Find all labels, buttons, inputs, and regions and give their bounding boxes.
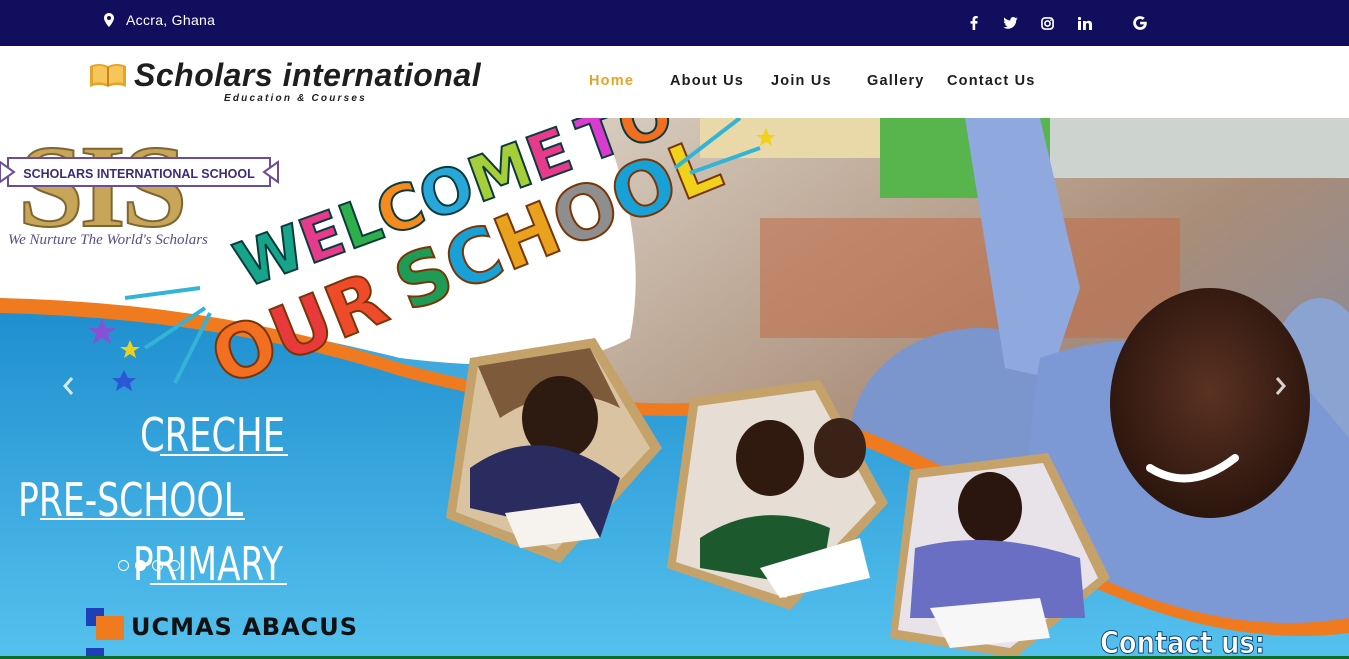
- slide-dot-4[interactable]: [169, 560, 180, 571]
- nav-gallery[interactable]: Gallery: [867, 73, 925, 89]
- open-book-icon: [88, 61, 128, 94]
- slider-indicators: [118, 560, 180, 571]
- slider-next-button[interactable]: [1266, 368, 1296, 408]
- brand-name: Scholars international: [134, 57, 482, 93]
- location: Accra, Ghana: [104, 12, 215, 28]
- extra-ucmas-abacus: UCMAS ABACUS: [131, 613, 358, 641]
- school-name-ribbon: SCHOLARS INTERNATIONAL SCHOOL: [23, 167, 255, 181]
- nav-join-us[interactable]: Join Us: [771, 73, 832, 89]
- contact-us-heading: Contact us:: [1100, 626, 1265, 659]
- chevron-left-icon: [61, 375, 75, 402]
- chevron-right-icon: [1274, 375, 1288, 402]
- map-marker-icon: [104, 13, 114, 27]
- slide-dot-1[interactable]: [118, 560, 129, 571]
- brand-logo[interactable]: Scholars international Education & Cours…: [88, 57, 508, 107]
- slider-prev-button[interactable]: [53, 368, 83, 408]
- top-bar: Accra, Ghana: [0, 0, 1349, 46]
- school-motto: We Nurture The World's Scholars: [8, 232, 208, 248]
- linkedin-icon[interactable]: [1075, 13, 1095, 33]
- twitter-icon[interactable]: [1000, 13, 1020, 33]
- slide-dot-3[interactable]: [152, 560, 163, 571]
- hero-slider: SIS SCHOLARS INTERNATIONAL SCHOOL We Nur…: [0, 118, 1349, 659]
- brand-tagline: Education & Courses: [224, 93, 367, 104]
- program-creche: CRECHE: [140, 408, 285, 462]
- location-text: Accra, Ghana: [126, 12, 216, 28]
- nav-home[interactable]: Home: [589, 73, 634, 89]
- slide-dot-2[interactable]: [135, 560, 146, 571]
- hero-banner-image: SIS SCHOLARS INTERNATIONAL SCHOOL We Nur…: [0, 118, 1349, 659]
- facebook-icon[interactable]: [964, 13, 984, 33]
- site-header: Scholars international Education & Cours…: [0, 46, 1349, 118]
- nav-about-us[interactable]: About Us: [670, 73, 744, 89]
- instagram-icon[interactable]: [1037, 13, 1057, 33]
- nav-contact-us[interactable]: Contact Us: [947, 73, 1036, 89]
- google-icon[interactable]: [1130, 13, 1150, 33]
